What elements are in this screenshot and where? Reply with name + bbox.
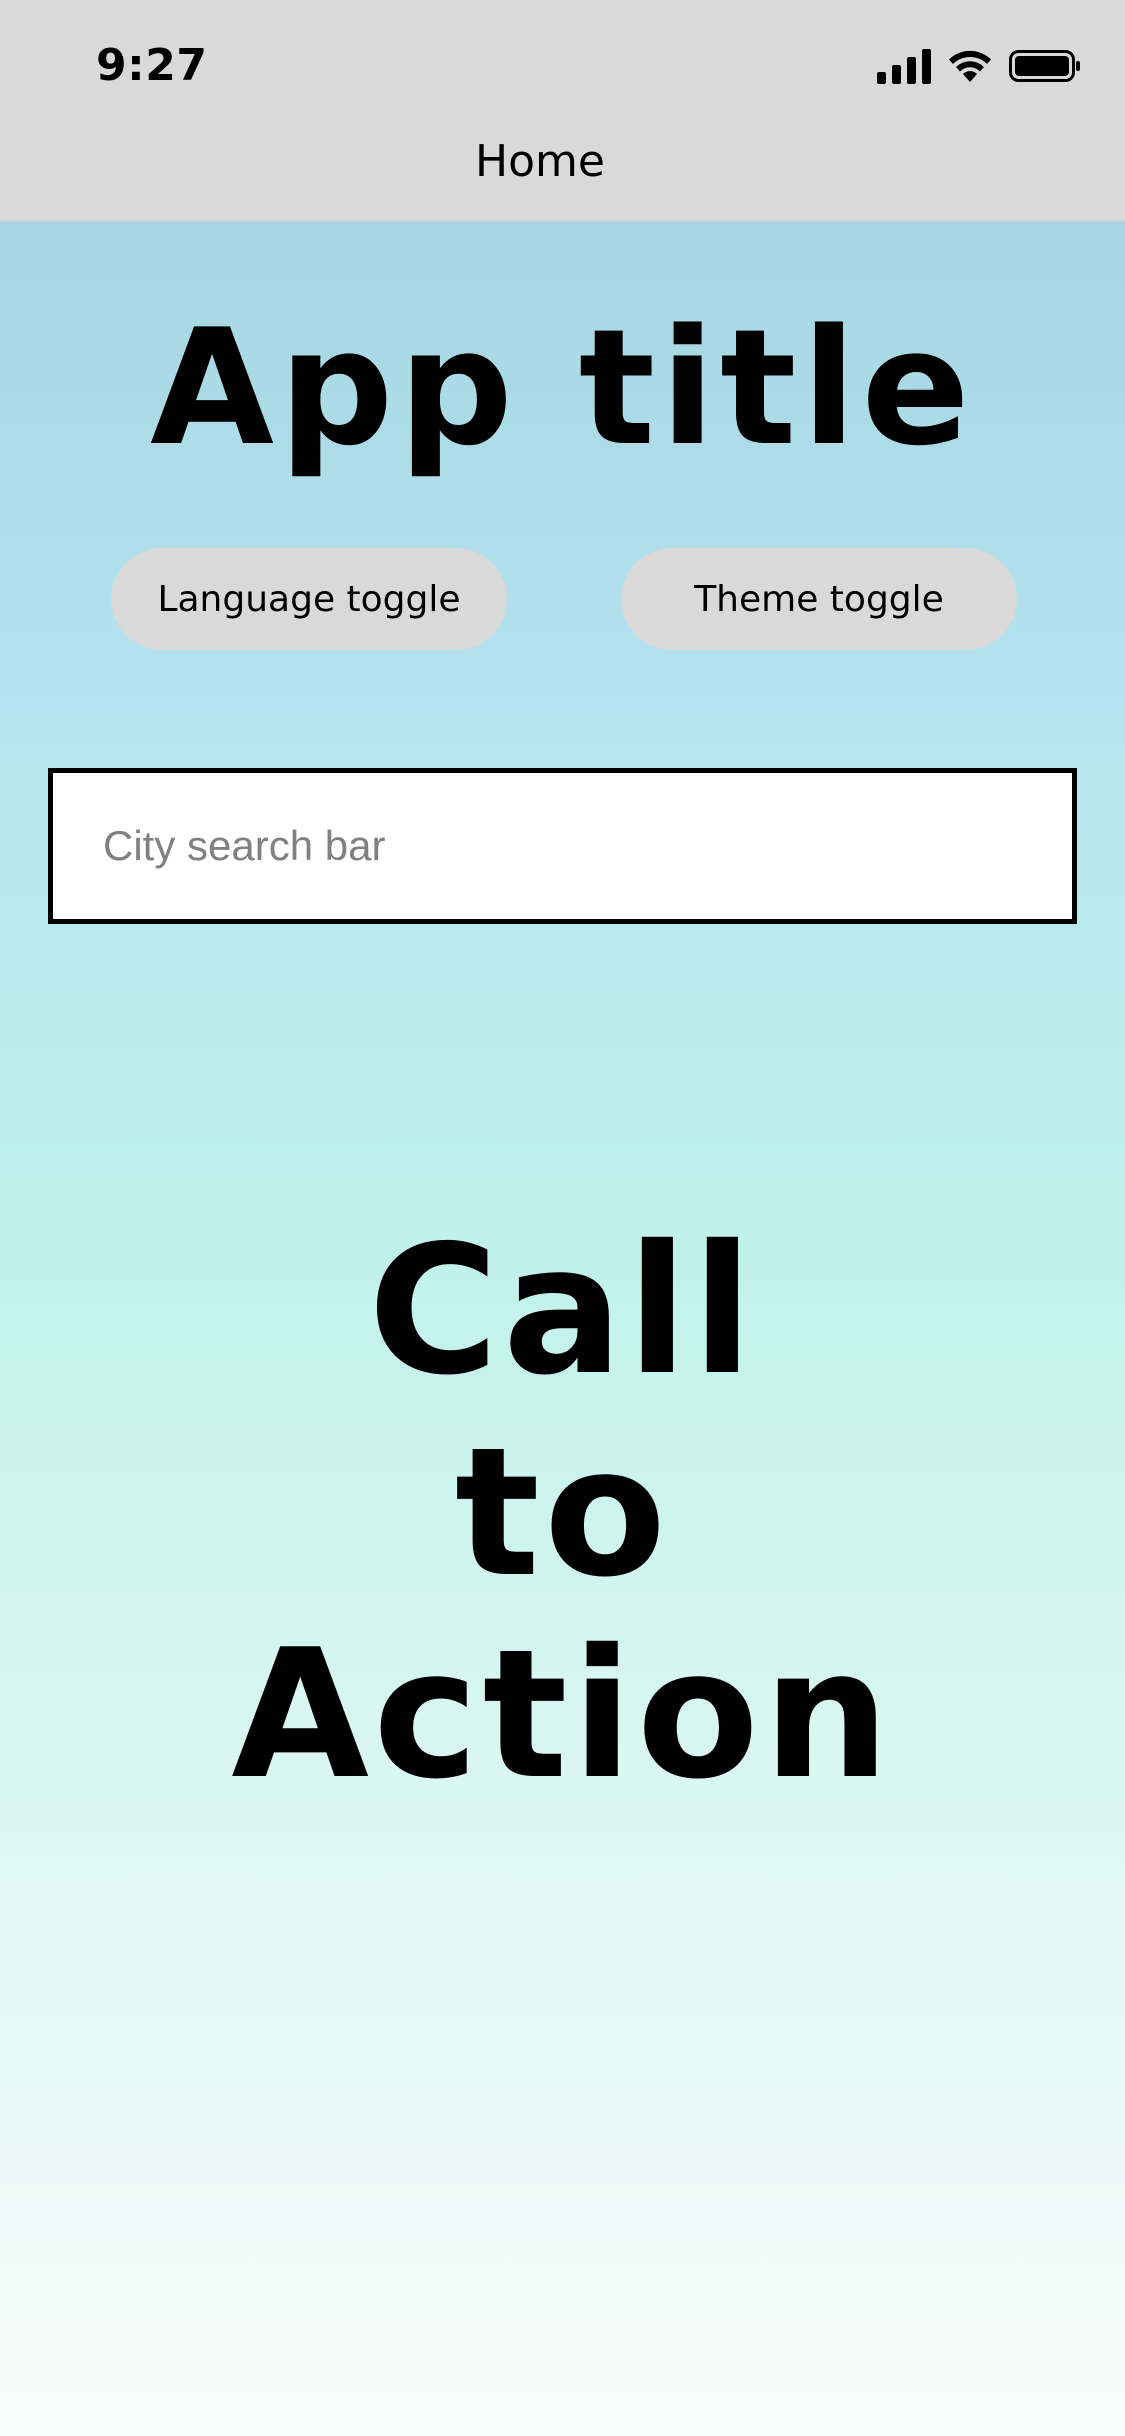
city-search-box xyxy=(48,768,1077,924)
cta-line: Action xyxy=(231,1611,894,1818)
top-bar: 9:27 Home xyxy=(0,0,1125,222)
theme-toggle-button[interactable]: Theme toggle xyxy=(621,548,1017,650)
wifi-icon xyxy=(947,48,993,84)
cta-line: Call xyxy=(368,1207,757,1414)
status-icons xyxy=(877,48,1081,84)
city-search-input[interactable] xyxy=(53,773,1072,919)
signal-icon xyxy=(877,48,931,84)
call-to-action[interactable]: Call to Action xyxy=(0,1210,1125,1816)
language-toggle-button[interactable]: Language toggle xyxy=(111,548,507,650)
battery-icon xyxy=(1009,48,1081,84)
nav-title: Home xyxy=(475,136,605,187)
app-title: App title xyxy=(150,294,975,481)
cta-line: to xyxy=(454,1409,671,1616)
status-time: 9:27 xyxy=(96,40,208,91)
